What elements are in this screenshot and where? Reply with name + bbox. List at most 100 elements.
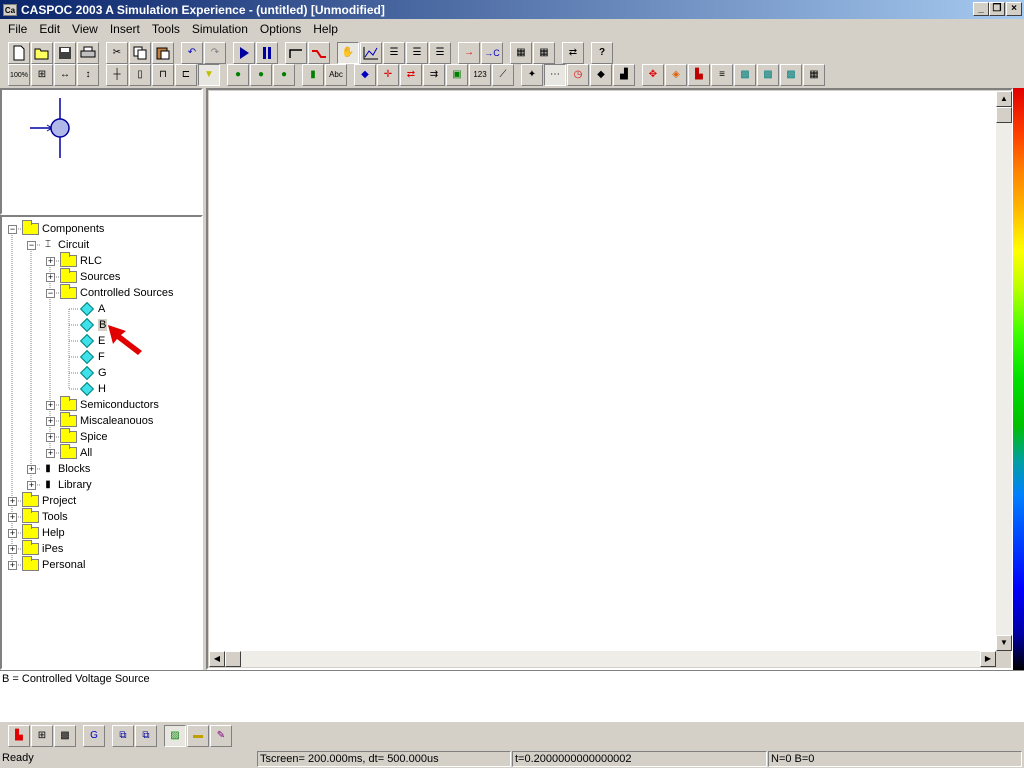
probe-icon[interactable]: ▼ [198, 64, 220, 86]
tree-item-rlc[interactable]: RLC [60, 252, 102, 269]
print-icon[interactable] [77, 42, 99, 64]
menu-edit[interactable]: Edit [33, 22, 66, 36]
cut-icon[interactable]: ✂ [106, 42, 128, 64]
image-icon[interactable]: ▨ [164, 725, 186, 747]
list2-icon[interactable]: ☰ [406, 42, 428, 64]
window2-icon[interactable]: ⧉ [135, 725, 157, 747]
scroll-right-button[interactable]: ▶ [980, 651, 996, 667]
tree-item-circuit[interactable]: ⌶ Circuit [41, 237, 89, 253]
doc2-icon[interactable]: ▦ [533, 42, 555, 64]
globe1-icon[interactable]: ● [227, 64, 249, 86]
tree-item-all[interactable]: All [60, 444, 92, 461]
tree-item-b[interactable]: B [79, 317, 108, 333]
tree-item-h[interactable]: H [79, 381, 106, 397]
edit-view-icon[interactable]: ✎ [210, 725, 232, 747]
expand-toggle[interactable]: + [27, 465, 36, 474]
vertical-scrollbar[interactable]: ▲ ▼ [996, 91, 1012, 651]
zoom-width-icon[interactable]: ↔ [54, 64, 76, 86]
globe2-icon[interactable]: ● [250, 64, 272, 86]
arrow-in-icon[interactable]: → [458, 42, 480, 64]
menu-file[interactable]: File [2, 22, 33, 36]
scroll-left-button[interactable]: ◀ [209, 651, 225, 667]
cross-icon[interactable]: ✛ [377, 64, 399, 86]
tree-item-personal[interactable]: Personal [22, 556, 85, 573]
arrow-c-icon[interactable]: →C [481, 42, 503, 64]
tree-item-ipes[interactable]: iPes [22, 540, 63, 557]
collapse-toggle[interactable]: − [8, 225, 17, 234]
expand-toggle[interactable]: + [8, 545, 17, 554]
menu-options[interactable]: Options [254, 22, 307, 36]
wire-icon[interactable] [285, 42, 307, 64]
paint-icon[interactable]: ▮ [302, 64, 324, 86]
zoom-height-icon[interactable]: ↕ [77, 64, 99, 86]
junction-icon[interactable]: ✦ [521, 64, 543, 86]
expand-toggle[interactable]: + [27, 481, 36, 490]
label-abc-icon[interactable]: Abc [325, 64, 347, 86]
paste-icon[interactable] [152, 42, 174, 64]
tree-item-semiconductors[interactable]: Semiconductors [60, 396, 159, 413]
tree-item-spice[interactable]: Spice [60, 428, 108, 445]
resistor-icon[interactable]: ▯ [129, 64, 151, 86]
expand-toggle[interactable]: + [46, 417, 55, 426]
paint2-icon[interactable]: ◈ [665, 64, 687, 86]
tree-item-a[interactable]: A [79, 301, 105, 317]
expand-toggle[interactable]: + [46, 433, 55, 442]
grid-view-icon[interactable]: ⊞ [31, 725, 53, 747]
expand-toggle[interactable]: + [46, 273, 55, 282]
expand-toggle[interactable]: + [46, 401, 55, 410]
menu-insert[interactable]: Insert [104, 22, 146, 36]
schematic-canvas[interactable] [209, 91, 996, 651]
menu-simulation[interactable]: Simulation [186, 22, 254, 36]
app-icon[interactable]: Ca [3, 3, 17, 16]
redo-icon[interactable]: ↷ [204, 42, 226, 64]
pause-icon[interactable] [256, 42, 278, 64]
horizontal-scrollbar[interactable]: ◀ ▶ [209, 651, 996, 667]
grid-icon[interactable]: ⋯ [544, 64, 566, 86]
chip1-icon[interactable]: ▩ [734, 64, 756, 86]
window1-icon[interactable]: ⧉ [112, 725, 134, 747]
lamp-icon[interactable]: ▙ [688, 64, 710, 86]
tree-item-sources[interactable]: Sources [60, 268, 120, 285]
tree-item-library[interactable]: ▮ Library [41, 477, 91, 493]
scroll-up-button[interactable]: ▲ [996, 91, 1012, 107]
run-icon[interactable] [233, 42, 255, 64]
minimize-button[interactable]: _ [973, 2, 989, 16]
menu-view[interactable]: View [66, 22, 104, 36]
scroll-down-button[interactable]: ▼ [996, 635, 1012, 651]
expand-toggle[interactable]: + [8, 561, 17, 570]
tree-item-controlled-sources[interactable]: Controlled Sources [60, 284, 174, 301]
tree-item-e[interactable]: E [79, 333, 105, 349]
tree-item-f[interactable]: F [79, 349, 105, 365]
menu-help[interactable]: Help [307, 22, 344, 36]
restore-button[interactable]: ❐ [989, 2, 1005, 16]
tree-item-blocks[interactable]: ▮ Blocks [41, 461, 90, 477]
horizontal-scroll-thumb[interactable] [225, 651, 241, 667]
open-icon[interactable] [31, 42, 53, 64]
color-icon[interactable]: ◆ [354, 64, 376, 86]
help-icon[interactable]: ? [591, 42, 613, 64]
vertical-scroll-thumb[interactable] [996, 107, 1012, 123]
component-icon[interactable]: ⊓ [152, 64, 174, 86]
chip-view-icon[interactable]: ▩ [54, 725, 76, 747]
expand-toggle[interactable]: + [8, 497, 17, 506]
copy-icon[interactable] [129, 42, 151, 64]
expand-toggle[interactable]: + [46, 449, 55, 458]
list-icon[interactable]: ☰ [383, 42, 405, 64]
element-icon[interactable]: ▣ [446, 64, 468, 86]
expand-toggle[interactable]: + [46, 257, 55, 266]
tree-item-components[interactable]: Components [22, 220, 104, 237]
tree-item-help[interactable]: Help [22, 524, 65, 541]
undo-icon[interactable]: ↶ [181, 42, 203, 64]
move-icon[interactable]: ✥ [642, 64, 664, 86]
zoom-100-icon[interactable]: 100% [8, 64, 30, 86]
table-icon[interactable]: ▦ [803, 64, 825, 86]
flip-icon[interactable]: ⇄ [400, 64, 422, 86]
tree-item-project[interactable]: Project [22, 492, 76, 509]
line-icon[interactable] [308, 42, 330, 64]
node-icon[interactable]: ┼ [106, 64, 128, 86]
collapse-toggle[interactable]: − [27, 241, 36, 250]
save-icon[interactable] [54, 42, 76, 64]
tree-item-g[interactable]: G [79, 365, 107, 381]
expand-toggle[interactable]: + [8, 529, 17, 538]
doc1-icon[interactable]: ▦ [510, 42, 532, 64]
